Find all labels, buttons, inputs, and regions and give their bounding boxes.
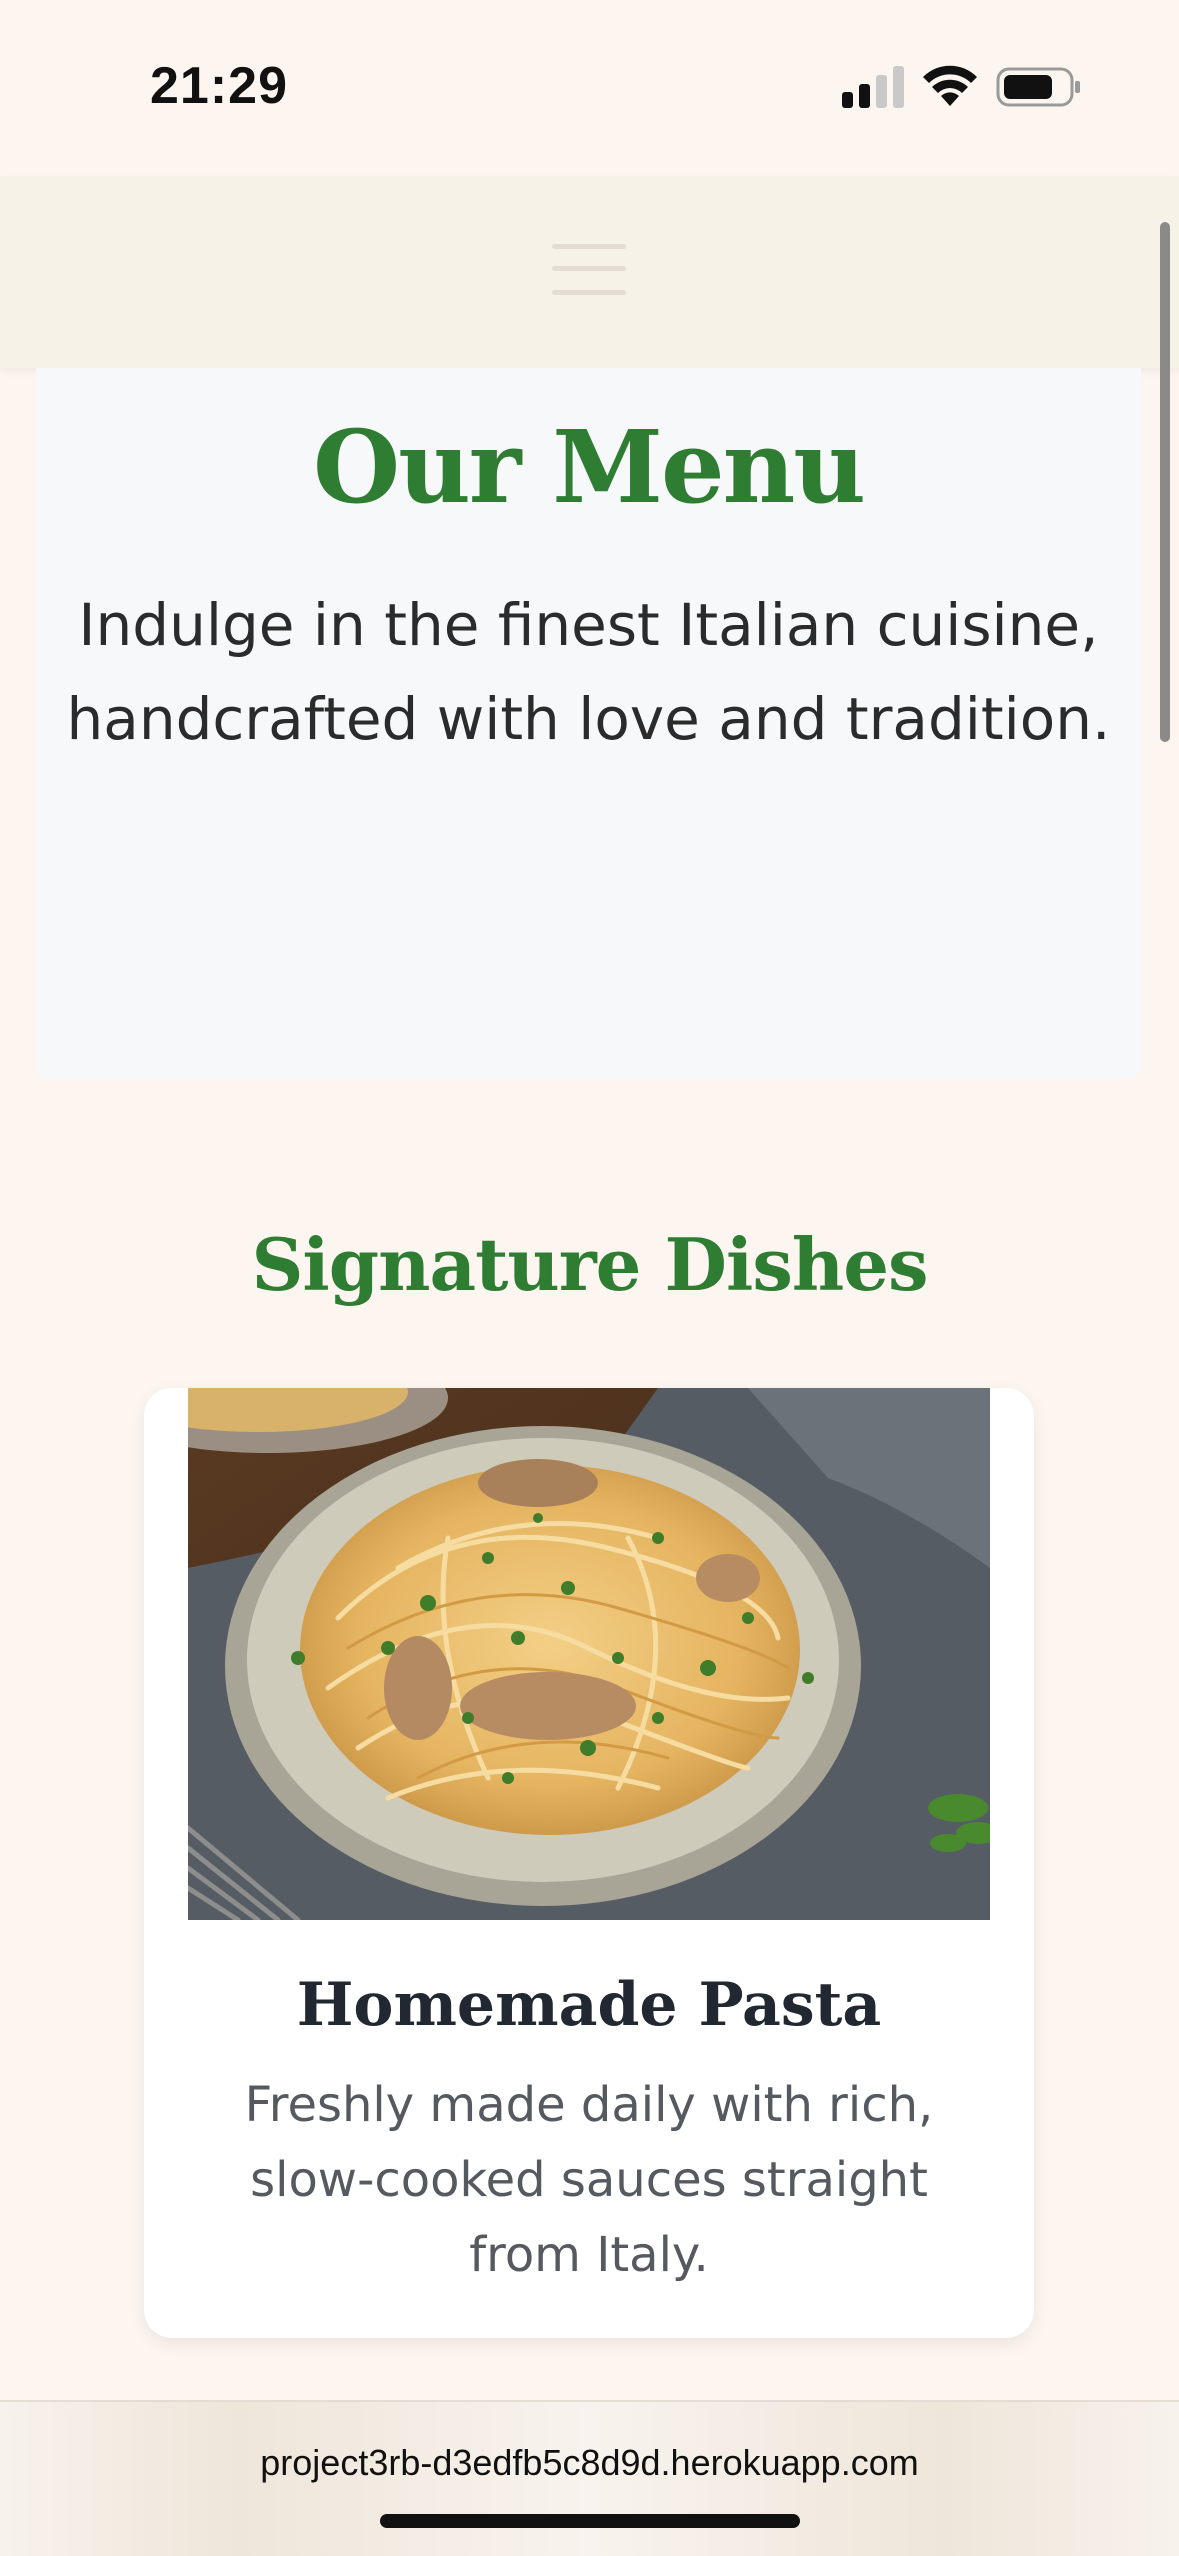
screen: 21:29 Our Menu Indulge in the finest Ita… bbox=[0, 0, 1179, 2556]
hero-section: Our Menu Indulge in the finest Italian c… bbox=[36, 368, 1141, 1080]
dish-name: Homemade Pasta bbox=[296, 1970, 882, 2040]
battery-icon bbox=[996, 67, 1080, 107]
dish-card: Homemade Pasta Freshly made daily with r… bbox=[144, 1388, 1034, 2338]
section-title: Signature Dishes bbox=[251, 1222, 928, 1307]
pasta-plate-image bbox=[188, 1388, 990, 1920]
dish-description: Freshly made daily with rich, slow-cooke… bbox=[244, 2077, 934, 2283]
home-indicator[interactable] bbox=[380, 2514, 800, 2528]
status-time: 21:29 bbox=[150, 57, 288, 115]
wifi-icon bbox=[923, 65, 977, 106]
page-title: Our Menu bbox=[312, 408, 866, 526]
status-bar: 21:29 bbox=[0, 0, 1179, 176]
hero-subtitle: Indulge in the finest Italian cuisine, h… bbox=[66, 591, 1111, 753]
browser-address-bar[interactable]: project3rb-d3edfb5c8d9d.herokuapp.com bbox=[0, 2400, 1179, 2556]
hamburger-menu-icon[interactable] bbox=[552, 240, 626, 300]
url-text[interactable]: project3rb-d3edfb5c8d9d.herokuapp.com bbox=[0, 2442, 1179, 2484]
cellular-signal-icon bbox=[842, 66, 904, 108]
scrollbar-thumb[interactable] bbox=[1160, 222, 1170, 742]
